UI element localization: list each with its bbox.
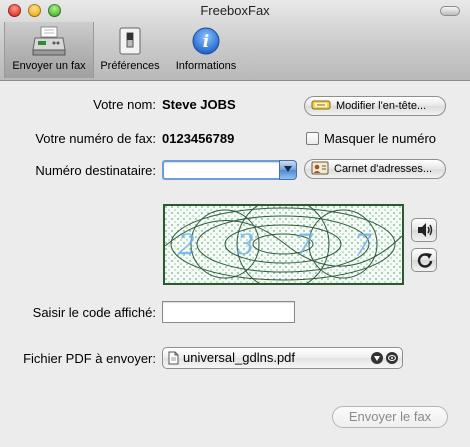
quicklook-eye-icon[interactable] — [386, 352, 398, 364]
tab-send-fax[interactable]: Envoyer un fax — [4, 22, 94, 78]
recipient-combo-button[interactable] — [279, 160, 297, 180]
edit-header-button[interactable]: Modifier l'en-tête... — [304, 96, 446, 116]
fax-number-label: Votre numéro de fax: — [35, 131, 156, 146]
tab-informations-label: Informations — [175, 60, 237, 72]
address-book-button[interactable]: Carnet d'adresses... — [304, 159, 446, 179]
name-value: Steve JOBS — [162, 97, 236, 112]
captcha-text: 2 3 7 7 — [177, 228, 388, 261]
fax-number-value: 0123456789 — [162, 131, 235, 146]
refresh-icon — [417, 253, 433, 268]
recipient-label: Numéro destinataire: — [35, 163, 156, 178]
send-fax-button[interactable]: Envoyer le fax — [332, 406, 448, 428]
code-input[interactable] — [162, 301, 295, 323]
audio-captcha-button[interactable] — [411, 218, 437, 242]
refresh-captcha-button[interactable] — [411, 248, 437, 272]
name-label: Votre nom: — [93, 97, 156, 112]
title-toolbar: FreeboxFax Envoyer un fax Préférences i … — [0, 0, 470, 81]
tab-preferences[interactable]: Préférences — [94, 22, 166, 78]
reveal-down-icon[interactable] — [371, 352, 383, 364]
tab-preferences-label: Préférences — [100, 60, 160, 72]
toolbar-toggle-button[interactable] — [440, 6, 460, 16]
edit-header-label: Modifier l'en-tête... — [336, 100, 427, 112]
pdf-file-name: universal_gdlns.pdf — [183, 350, 296, 365]
hide-number-checkbox[interactable] — [306, 132, 319, 145]
speaker-icon — [418, 223, 433, 237]
tab-send-fax-label: Envoyer un fax — [12, 60, 86, 72]
pdf-file-popup[interactable]: universal_gdlns.pdf — [162, 347, 403, 369]
recipient-combo-input[interactable] — [162, 160, 280, 180]
tab-informations[interactable]: i Informations — [168, 22, 244, 78]
pencil-icon — [311, 99, 331, 114]
hide-number-label: Masquer le numéro — [324, 131, 436, 146]
address-card-icon — [311, 161, 329, 178]
chevron-down-icon — [284, 166, 292, 172]
window-title: FreeboxFax — [200, 3, 270, 18]
address-book-label: Carnet d'adresses... — [334, 163, 433, 175]
svg-text:i: i — [203, 32, 209, 52]
pdf-label: Fichier PDF à envoyer: — [23, 351, 156, 366]
captcha-image: 2 3 7 7 — [163, 204, 404, 285]
fax-machine-icon — [32, 26, 66, 59]
info-icon: i — [191, 26, 221, 59]
code-label: Saisir le code affiché: — [32, 305, 156, 320]
switch-panel-icon — [115, 26, 145, 59]
fax-window: FreeboxFax Envoyer un fax Préférences i … — [0, 0, 470, 447]
document-icon — [168, 351, 179, 368]
